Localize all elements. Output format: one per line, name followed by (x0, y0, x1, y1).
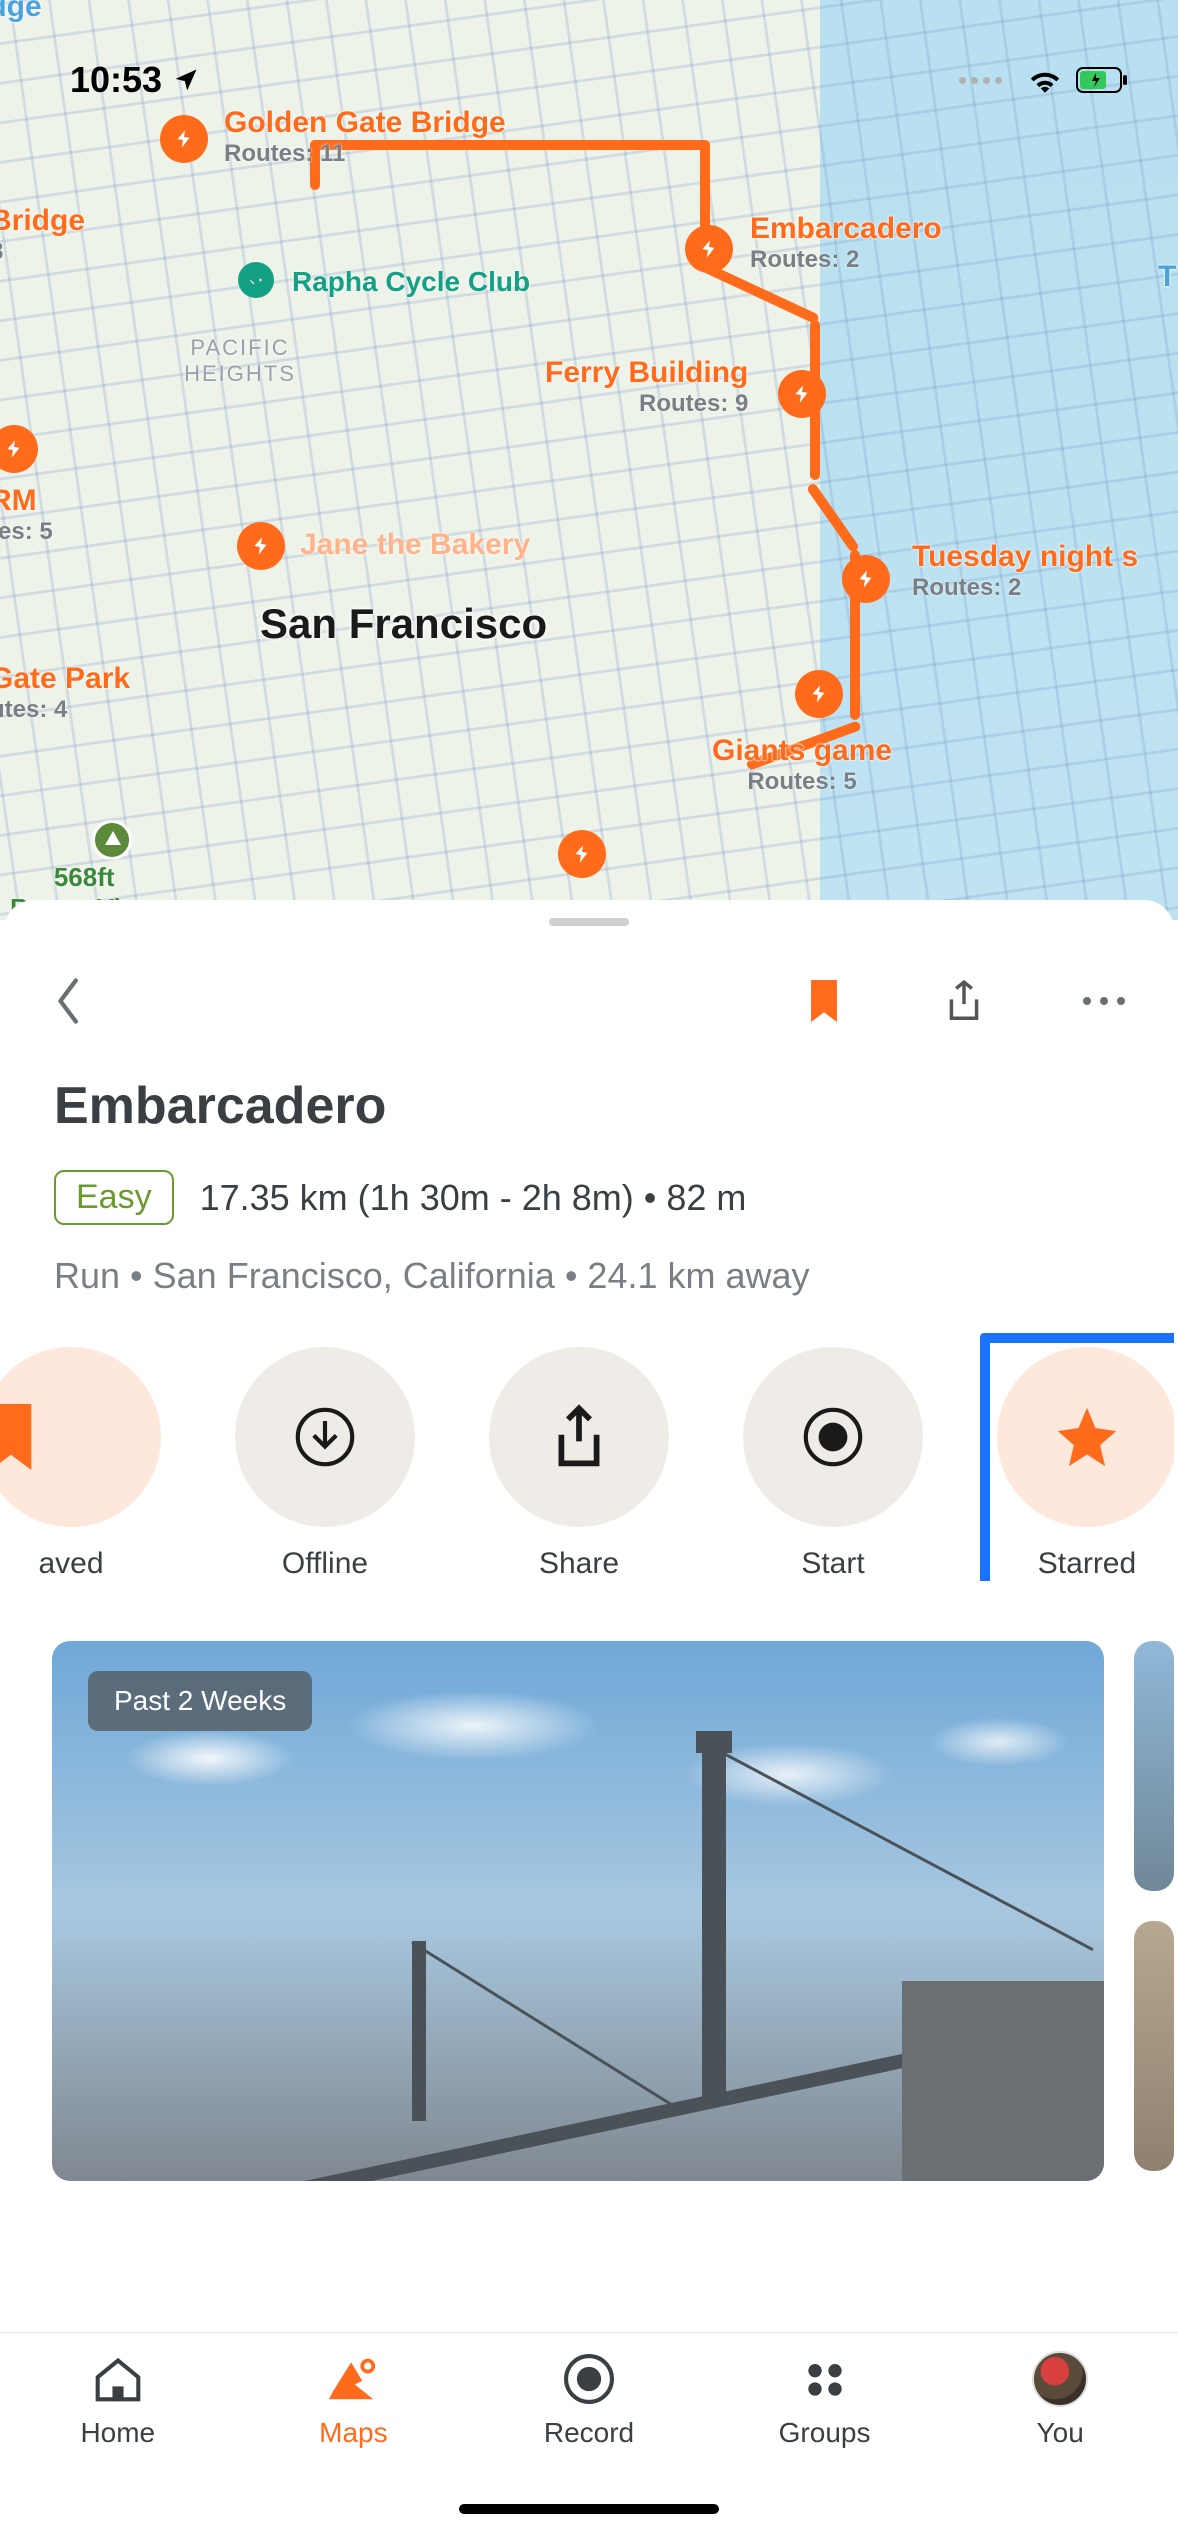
route-title: Embarcadero (54, 1076, 1124, 1136)
groups-icon (801, 2359, 849, 2399)
location-arrow-icon (172, 66, 200, 94)
poi-sub-bridge-side: 8 (0, 238, 85, 266)
more-button[interactable] (1074, 995, 1134, 1007)
tab-you-label: You (1037, 2417, 1084, 2449)
map-pin-rapha[interactable] (238, 262, 274, 298)
maps-icon (325, 2355, 381, 2403)
poi-title-giants: Giants game (712, 734, 892, 768)
wifi-icon (1028, 67, 1062, 93)
route-meta: Run • San Francisco, California • 24.1 k… (4, 1225, 1174, 1297)
poi-sub-golden-gate: Routes: 11 (224, 140, 506, 168)
download-icon (293, 1405, 357, 1469)
city-label: San Francisco (260, 600, 547, 648)
share-up-icon (551, 1404, 607, 1470)
action-saved-label: aved (38, 1547, 103, 1581)
map-pin-south[interactable] (558, 830, 606, 878)
action-offline[interactable]: Offline (198, 1347, 452, 1581)
difficulty-badge: Easy (54, 1170, 174, 1225)
map-pin-golden-gate[interactable] (160, 115, 208, 163)
share-icon (945, 979, 983, 1023)
poi-title-tuesday: Tuesday night s (912, 540, 1138, 574)
map-pin-tuesday[interactable] (842, 555, 890, 603)
map-pin-giants[interactable] (795, 670, 843, 718)
sheet-grabber[interactable] (549, 918, 629, 926)
poi-bridge-top: idge (0, 0, 42, 24)
bookmark-icon (807, 980, 841, 1022)
poi-sub-tuesday: Routes: 2 (912, 574, 1138, 602)
status-bar: 10:53 (0, 50, 1178, 110)
map-view[interactable]: idge Golden Gate Bridge Routes: 11 Embar… (0, 0, 1178, 920)
poi-sub-gate-park: utes: 4 (0, 696, 130, 724)
poi-title-bridge-side: Bridge (0, 204, 85, 238)
route-stats: 17.35 km (1h 30m - 2h 8m) • 82 m (200, 1177, 747, 1219)
battery-icon (1076, 67, 1128, 93)
tab-home[interactable]: Home (0, 2351, 236, 2532)
photo-side-1[interactable] (1134, 1641, 1174, 1891)
bookmark-button[interactable] (794, 980, 854, 1022)
action-share[interactable]: Share (452, 1347, 706, 1581)
photo-side-2[interactable] (1134, 1921, 1174, 2171)
poi-title-gate-park: Gate Park (0, 662, 130, 696)
route-detail-sheet: Embarcadero Easy 17.35 km (1h 30m - 2h 8… (4, 900, 1174, 2532)
action-start-label: Start (801, 1547, 864, 1581)
bakery-label: Jane the Bakery (300, 528, 530, 562)
poi-sub-giants: Routes: 5 (712, 768, 892, 796)
action-start[interactable]: Start (706, 1347, 960, 1581)
tab-groups-label: Groups (779, 2417, 871, 2449)
shop-label: Rapha Cycle Club (292, 266, 530, 298)
cellular-dots (959, 77, 1002, 84)
map-pin-ferry[interactable] (778, 370, 826, 418)
tab-maps-label: Maps (319, 2417, 387, 2449)
share-header-button[interactable] (934, 979, 994, 1023)
poi-t-right: T (1158, 260, 1176, 294)
more-horizontal-icon (1081, 995, 1127, 1007)
poi-sub-ferry: Routes: 9 (545, 390, 748, 418)
poi-title-embarcadero: Embarcadero (750, 212, 942, 246)
action-row: aved Offline Share Start (0, 1297, 1174, 1581)
status-time: 10:53 (70, 59, 162, 101)
poi-title-ferry: Ferry Building (545, 356, 748, 390)
back-button[interactable] (54, 977, 84, 1025)
elevation-pin[interactable] (92, 820, 132, 860)
action-starred-label: Starred (1038, 1547, 1136, 1581)
photo-strip[interactable]: Past 2 Weeks (4, 1581, 1174, 2181)
home-icon (92, 2355, 144, 2403)
elevation-value: 568ft (10, 862, 158, 893)
record-icon (562, 2352, 616, 2406)
tab-groups[interactable]: Groups (707, 2351, 943, 2532)
photo-badge: Past 2 Weeks (88, 1671, 312, 1731)
tab-record-label: Record (544, 2417, 634, 2449)
tab-maps[interactable]: Maps (236, 2351, 472, 2532)
map-pin-embarcadero[interactable] (685, 225, 733, 273)
poi-title-golden-gate: Golden Gate Bridge (224, 106, 506, 140)
avatar (1032, 2351, 1088, 2407)
chevron-left-icon (54, 977, 84, 1025)
action-saved[interactable]: aved (0, 1347, 198, 1581)
poi-sub-embarcadero: Routes: 2 (750, 246, 942, 274)
action-share-label: Share (539, 1547, 619, 1581)
tab-home-label: Home (80, 2417, 155, 2449)
tab-you[interactable]: You (942, 2351, 1178, 2532)
action-offline-label: Offline (282, 1547, 368, 1581)
tab-bar: Home Maps Record Groups You (0, 2332, 1178, 2532)
neighborhood-label: PACIFIC HEIGHTS (170, 335, 310, 387)
bookmark-filled-icon (0, 1404, 38, 1470)
poi-sub-arm: tes: 5 (0, 518, 53, 546)
action-starred[interactable]: Starred (960, 1347, 1174, 1581)
poi-title-arm: RM (0, 484, 53, 518)
record-circle-icon (801, 1405, 865, 1469)
map-pin-bakery[interactable] (237, 522, 285, 570)
home-indicator[interactable] (459, 2504, 719, 2514)
star-icon (1052, 1402, 1122, 1472)
photo-main[interactable]: Past 2 Weeks (52, 1641, 1104, 2181)
